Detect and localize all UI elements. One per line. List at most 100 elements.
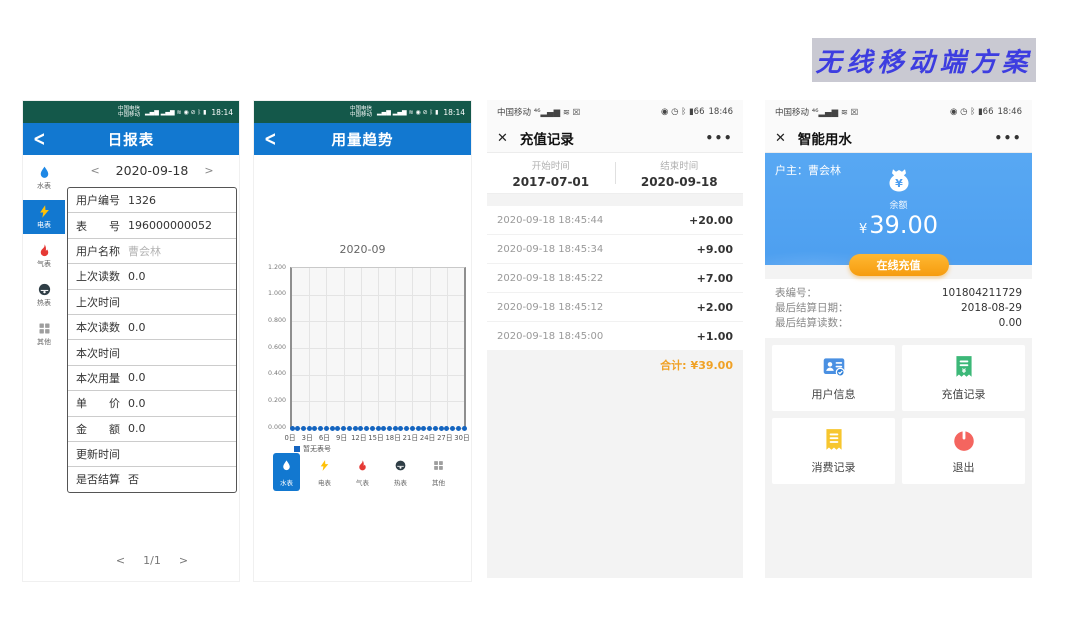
data-point <box>307 426 312 431</box>
date-value[interactable]: 2020-09-18 <box>116 163 189 178</box>
data-point <box>301 426 306 431</box>
info-label: 最后结算日期： <box>775 301 849 316</box>
data-point <box>376 426 381 431</box>
total-row: 合计: ¥39.00 <box>487 350 743 380</box>
report-row: 本次时间 <box>68 340 236 365</box>
report-row-label: 上次时间 <box>76 294 120 310</box>
grid-item-consume-record[interactable]: 消费记录 <box>772 418 895 484</box>
x-axis-tick: 0日 <box>284 432 295 442</box>
daily-report-table: 用户编号1326表 号196000000052用户名称曹会林上次读数0.0上次时… <box>67 187 237 493</box>
report-row: 本次用量0.0 <box>68 366 236 391</box>
v-gridline <box>344 268 345 428</box>
y-axis-tick: 0.400 <box>264 370 286 377</box>
tab-other[interactable]: 其他 <box>425 453 452 491</box>
phone-smart-water: 中国移动 ⁴⁶▂▄▆ ≋ ☒ ◉ ◷ ᛒ ▮66 18:46 ✕ 智能用水 ••… <box>765 100 1032 578</box>
data-point <box>387 426 392 431</box>
page-title-banner: 无线移动端方案 <box>812 38 1036 82</box>
phone-usage-trend: 中国电信 中国移动 ▂▄▆ ▂▄▆ ≋ ◉ ⊘ ᛒ ▮ 18:14 < 用量趋势… <box>253 100 472 582</box>
report-row-label: 上次读数 <box>76 268 120 284</box>
back-icon[interactable]: < <box>264 127 277 151</box>
data-point <box>353 426 358 431</box>
back-icon[interactable]: < <box>33 127 46 151</box>
sidebar-item-electric[interactable]: 电表 <box>23 200 65 234</box>
data-point <box>427 426 432 431</box>
record-amount: +7.00 <box>697 272 733 285</box>
data-point <box>404 426 409 431</box>
prev-page-button[interactable]: < <box>116 554 125 567</box>
start-date-label: 开始时间 <box>532 158 570 172</box>
report-row-label: 表 号 <box>76 218 120 234</box>
grid-item-exit[interactable]: 退出 <box>902 418 1025 484</box>
carrier-and-signal: 中国移动 ⁴⁶▂▄▆ ≋ ☒ <box>497 106 580 118</box>
chart-title: 2020-09 <box>254 243 471 256</box>
x-axis-tick: 12日 <box>351 432 366 442</box>
header-bar: ✕ 智能用水 ••• <box>765 124 1032 153</box>
tab-water[interactable]: 水表 <box>273 453 300 491</box>
close-icon[interactable]: ✕ <box>775 131 786 146</box>
report-row: 用户名称曹会林 <box>68 239 236 264</box>
start-date-filter[interactable]: 开始时间 2017-07-01 <box>487 158 615 189</box>
record-time: 2020-09-18 18:45:44 <box>497 215 603 226</box>
chart-plot-area <box>290 267 466 429</box>
meter-type-sidebar: 水表电表气表热表其他 <box>23 161 65 351</box>
date-range-filter: 开始时间 2017-07-01 结束时间 2020-09-18 <box>487 153 743 194</box>
more-menu-icon[interactable]: ••• <box>994 131 1022 145</box>
screen-title: 智能用水 <box>798 128 852 148</box>
y-axis-tick: 0.000 <box>264 424 286 431</box>
info-value: 101804211729 <box>942 286 1022 301</box>
end-date-label: 结束时间 <box>660 158 698 172</box>
info-value: 0.00 <box>999 316 1022 331</box>
data-point <box>456 426 461 431</box>
carrier-and-signal: 中国移动 ⁴⁶▂▄▆ ≋ ☒ <box>775 106 858 118</box>
prev-date-button[interactable]: < <box>90 164 99 177</box>
x-axis-tick: 21日 <box>403 432 418 442</box>
close-icon[interactable]: ✕ <box>497 131 508 146</box>
sidebar-item-gas[interactable]: 气表 <box>23 239 65 273</box>
sidebar-item-water[interactable]: 水表 <box>23 161 65 195</box>
v-gridline <box>361 268 362 428</box>
more-menu-icon[interactable]: ••• <box>705 131 733 145</box>
report-row-value: 196000000052 <box>128 219 212 232</box>
next-date-button[interactable]: > <box>204 164 213 177</box>
sidebar-item-other[interactable]: 其他 <box>23 317 65 351</box>
data-point <box>398 426 403 431</box>
grid-dots-icon <box>37 321 52 336</box>
recharge-record-list: 2020-09-18 18:45:44+20.002020-09-18 18:4… <box>487 206 743 350</box>
record-time: 2020-09-18 18:45:12 <box>497 302 603 313</box>
sidebar-item-heat[interactable]: 热表 <box>23 278 65 312</box>
y-axis-tick: 0.200 <box>264 397 286 404</box>
title-bar: < 用量趋势 <box>254 123 471 155</box>
data-point <box>358 426 363 431</box>
recharge-record-row: 2020-09-18 18:45:00+1.00 <box>487 322 743 350</box>
tab-heat[interactable]: 热表 <box>387 453 414 491</box>
tab-gas[interactable]: 气表 <box>349 453 376 491</box>
next-page-button[interactable]: > <box>179 554 188 567</box>
meter-info-row: 最后结算读数：0.00 <box>775 316 1022 331</box>
report-row-label: 是否结算 <box>76 471 120 487</box>
report-row: 上次读数0.0 <box>68 264 236 289</box>
v-gridline <box>378 268 379 428</box>
grid-item-recharge-record[interactable]: ¥充值记录 <box>902 345 1025 411</box>
balance-card: 户主：曹会林 ¥ 余额 ¥39.00 在线充值 <box>765 153 1032 265</box>
usage-trend-body: 2020-09 1.2001.0000.8000.6000.4000.2000.… <box>254 155 471 581</box>
data-point <box>335 426 340 431</box>
header-bar: ✕ 充值记录 ••• <box>487 124 743 153</box>
record-time: 2020-09-18 18:45:34 <box>497 244 603 255</box>
status-bar: 中国移动 ⁴⁶▂▄▆ ≋ ☒ ◉ ◷ ᛒ ▮66 18:46 <box>487 100 743 124</box>
meter-type-label: 水表 <box>280 477 293 487</box>
total-value: ¥39.00 <box>691 359 733 372</box>
report-row: 金 额0.0 <box>68 417 236 442</box>
tab-electric[interactable]: 电表 <box>311 453 338 491</box>
carrier-label: 中国电信 中国移动 <box>350 106 372 119</box>
end-date-filter[interactable]: 结束时间 2020-09-18 <box>616 158 744 189</box>
y-axis-tick: 0.600 <box>264 344 286 351</box>
recharge-record-row: 2020-09-18 18:45:12+2.00 <box>487 293 743 322</box>
status-bar: 中国电信 中国移动 ▂▄▆ ▂▄▆ ≋ ◉ ⊘ ᛒ ▮ 18:14 <box>254 101 471 123</box>
grid-item-label: 充值记录 <box>942 386 986 402</box>
data-point <box>370 426 375 431</box>
online-recharge-button[interactable]: 在线充值 <box>849 254 949 276</box>
data-point <box>410 426 415 431</box>
grid-item-label: 退出 <box>953 459 975 475</box>
grid-item-user-info[interactable]: 用户信息 <box>772 345 895 411</box>
data-point <box>330 426 335 431</box>
